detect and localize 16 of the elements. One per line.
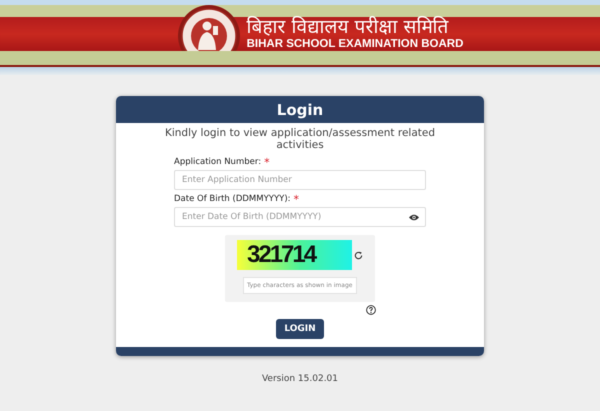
help-icon[interactable] (366, 305, 376, 315)
eye-icon[interactable] (409, 214, 419, 221)
required-mark: * (264, 157, 270, 168)
required-mark: * (294, 194, 300, 205)
input-field[interactable]: Enter Date Of Birth (DDMMYYYY) (174, 207, 426, 227)
input-field[interactable]: Enter Application Number (174, 170, 426, 190)
login-instructions: Kindly login to view application/assessment related activities (164, 127, 436, 151)
field-label: Application Number: (174, 157, 262, 168)
board-title-hindi: बिहार विद्यालय परीक्षा समिति (246, 18, 450, 38)
refresh-icon[interactable] (354, 250, 363, 260)
field-label: Date Of Birth (DDMMYYYY): (174, 194, 291, 205)
login-button[interactable]: LOGIN (276, 319, 324, 339)
captcha-image: 321714 (237, 240, 352, 270)
login-title: Login (116, 96, 484, 123)
version-text: Version 15.02.01 (260, 374, 340, 384)
board-title-english: BIHAR SCHOOL EXAMINATION BOARD (246, 38, 464, 50)
